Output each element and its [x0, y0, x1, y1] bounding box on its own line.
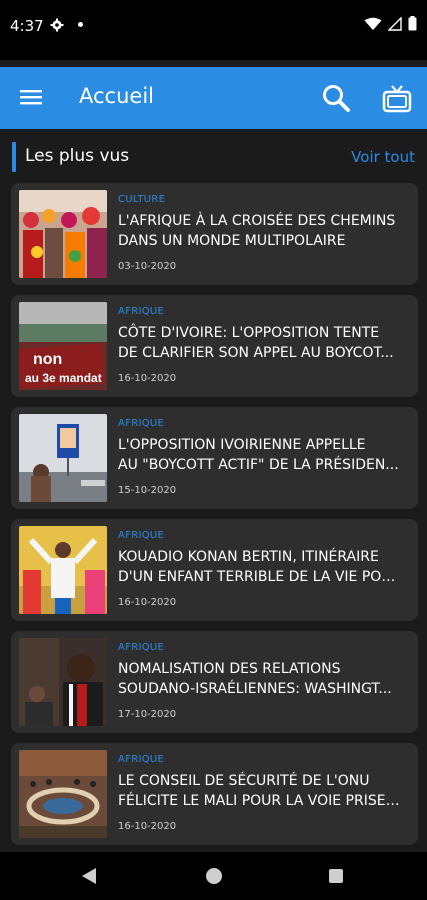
article-title-line: SOUDANO-ISRAÉLIENNES: WASHINGT...: [118, 681, 392, 697]
article-thumbnail: non au 3e mandat: [19, 302, 107, 390]
notification-dot-icon: [78, 22, 83, 27]
section-header: Les plus vus Voir tout: [0, 139, 427, 173]
article-card[interactable]: AFRIQUE NOMALISATION DES RELATIONS SOUDA…: [11, 631, 418, 733]
article-title-line: DE CLARIFIER SON APPEL AU BOYCOT...: [118, 345, 394, 361]
search-icon[interactable]: [320, 82, 352, 114]
article-title-line: CÔTE D'IVOIRE: L'OPPOSITION TENTE: [118, 325, 380, 341]
article-title-line: FÉLICITE LE MALI POUR LA VOIE PRISE ...: [118, 793, 403, 809]
hamburger-icon[interactable]: [20, 88, 42, 106]
tv-icon[interactable]: [381, 83, 413, 115]
section-accent-bar: [12, 142, 16, 172]
page-title: Accueil: [79, 84, 154, 108]
article-title: L'OPPOSITION IVOIRIENNE APPELLE AU "BOYC…: [118, 435, 403, 475]
article-card[interactable]: AFRIQUE L'OPPOSITION IVOIRIENNE APPELLE …: [11, 407, 418, 509]
article-thumbnail: [19, 414, 107, 502]
article-date: 03-10-2020: [118, 261, 177, 272]
system-icons: [364, 16, 417, 31]
svg-text:non: non: [33, 351, 62, 368]
battery-icon: [408, 16, 417, 31]
article-title-line: D'UN ENFANT TERRIBLE DE LA VIE POLI...: [118, 569, 403, 585]
cell-signal-icon: [388, 16, 402, 31]
article-card[interactable]: AFRIQUE LE CONSEIL DE SÉCURITÉ DE L'ONU …: [11, 743, 418, 845]
wifi-icon: [364, 17, 382, 30]
article-title: LE CONSEIL DE SÉCURITÉ DE L'ONU FÉLICITE…: [118, 771, 403, 811]
article-title: KOUADIO KONAN BERTIN, ITINÉRAIRE D'UN EN…: [118, 547, 403, 587]
article-thumbnail: [19, 190, 107, 278]
article-title-line: LE CONSEIL DE SÉCURITÉ DE L'ONU: [118, 773, 370, 789]
article-title-line: KOUADIO KONAN BERTIN, ITINÉRAIRE: [118, 549, 379, 565]
svg-text:au 3e mandat: au 3e mandat: [25, 371, 102, 385]
article-title-line: DANS UN MONDE MULTIPOLAIRE: [118, 233, 346, 249]
article-date: 15-10-2020: [118, 485, 177, 496]
article-card[interactable]: non au 3e mandat AFRIQUE CÔTE D'IVOIRE: …: [11, 295, 418, 397]
system-nav-bar: [0, 852, 427, 900]
article-list: CULTURE L'AFRIQUE À LA CROISÉE DES CHEMI…: [11, 183, 418, 855]
article-thumbnail: [19, 526, 107, 614]
home-icon[interactable]: [206, 868, 222, 884]
article-category: AFRIQUE: [118, 754, 165, 765]
see-all-link[interactable]: Voir tout: [351, 148, 415, 166]
article-title: L'AFRIQUE À LA CROISÉE DES CHEMINS DANS …: [118, 211, 403, 251]
article-title-line: L'AFRIQUE À LA CROISÉE DES CHEMINS: [118, 213, 396, 229]
status-bar: 4:37: [0, 0, 427, 60]
article-category: AFRIQUE: [118, 306, 165, 317]
article-category: AFRIQUE: [118, 530, 165, 541]
app-bar: Accueil: [0, 67, 427, 129]
article-title-line: AU "BOYCOTT ACTIF" DE LA PRÉSIDEN...: [118, 457, 399, 473]
article-title: NOMALISATION DES RELATIONS SOUDANO-ISRAÉ…: [118, 659, 403, 699]
article-card[interactable]: AFRIQUE KOUADIO KONAN BERTIN, ITINÉRAIRE…: [11, 519, 418, 621]
article-date: 16-10-2020: [118, 373, 177, 384]
article-category: CULTURE: [118, 194, 166, 205]
article-thumbnail: [19, 638, 107, 726]
article-title: CÔTE D'IVOIRE: L'OPPOSITION TENTE DE CLA…: [118, 323, 403, 363]
article-thumbnail: [19, 750, 107, 838]
back-icon[interactable]: [82, 868, 96, 884]
article-date: 16-10-2020: [118, 597, 177, 608]
article-category: AFRIQUE: [118, 642, 165, 653]
article-date: 16-10-2020: [118, 821, 177, 832]
article-card[interactable]: CULTURE L'AFRIQUE À LA CROISÉE DES CHEMI…: [11, 183, 418, 285]
article-title-line: L'OPPOSITION IVOIRIENNE APPELLE: [118, 437, 366, 453]
status-time: 4:37: [10, 17, 44, 35]
section-title: Les plus vus: [25, 146, 130, 166]
article-date: 17-10-2020: [118, 709, 177, 720]
recent-apps-icon[interactable]: [329, 869, 343, 883]
settings-gear-icon: [50, 18, 64, 32]
article-category: AFRIQUE: [118, 418, 165, 429]
article-title-line: NOMALISATION DES RELATIONS: [118, 661, 341, 677]
